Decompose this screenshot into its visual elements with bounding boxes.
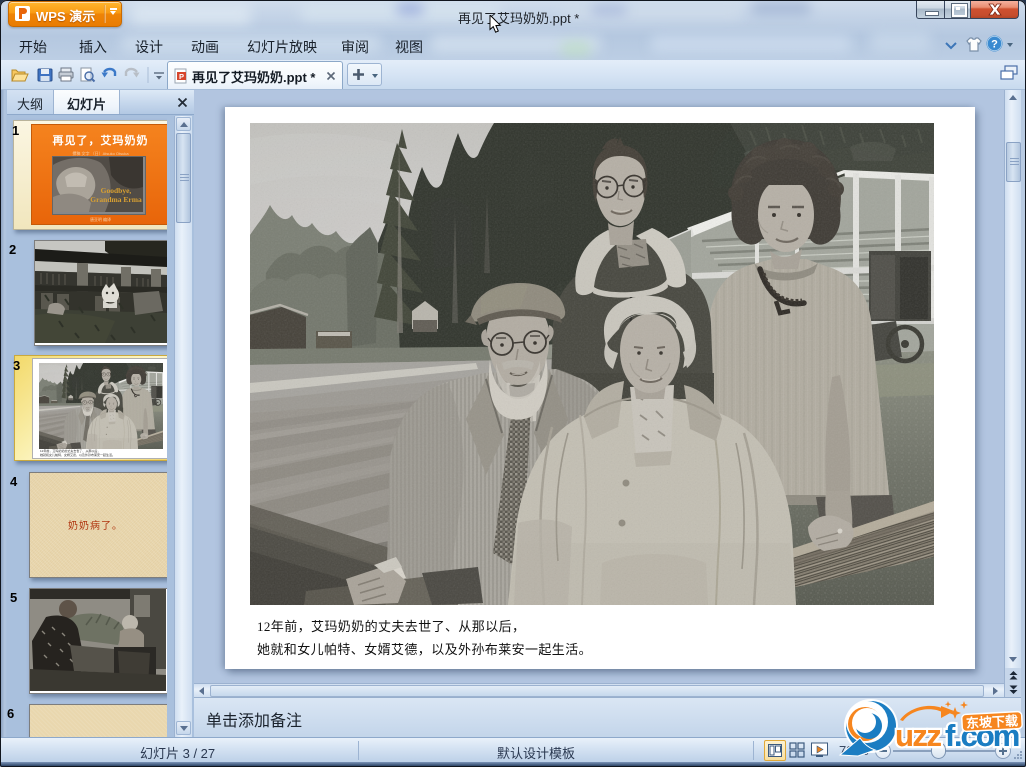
svg-text:?: ? bbox=[991, 39, 998, 51]
svg-text:Goodbye,: Goodbye, bbox=[101, 186, 132, 195]
svg-text:P: P bbox=[179, 72, 184, 81]
svg-text:uzz: uzz bbox=[895, 718, 941, 753]
svg-text:Grandma Erma: Grandma Erma bbox=[90, 195, 142, 204]
svg-text:东坡下载: 东坡下载 bbox=[966, 713, 1019, 731]
